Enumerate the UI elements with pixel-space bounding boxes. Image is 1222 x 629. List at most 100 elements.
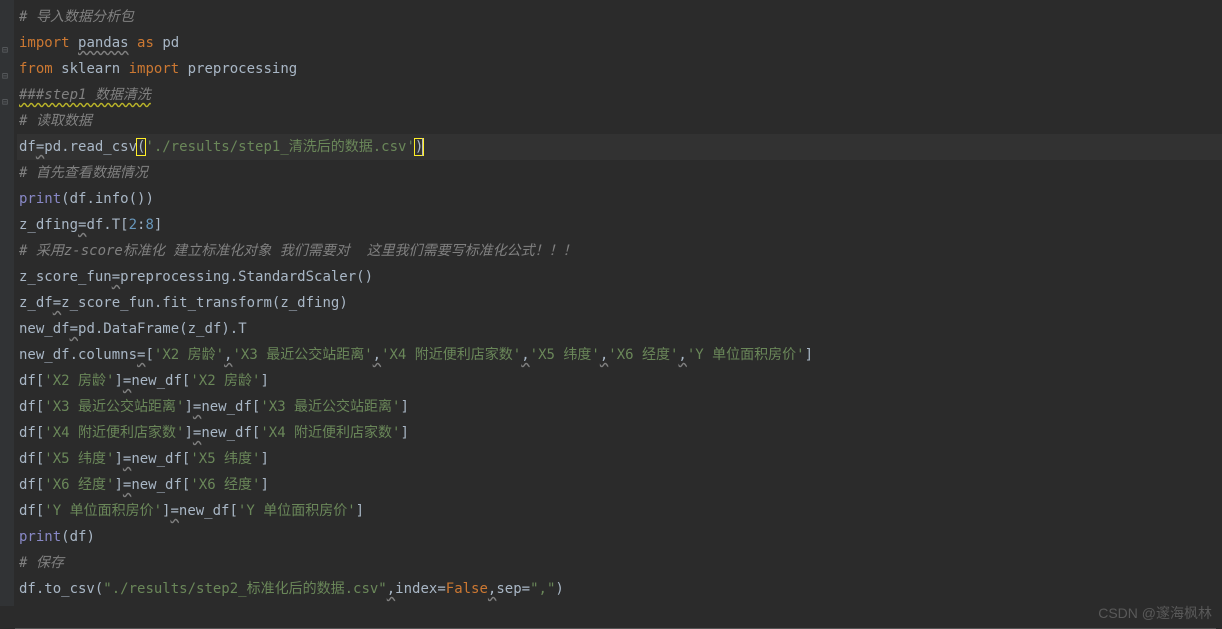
- code-token: pd.read_csv: [44, 139, 137, 155]
- code-token: ]: [114, 477, 122, 493]
- code-editor[interactable]: ⊟⊟⊟ # 导入数据分析包import pandas as pdfrom skl…: [0, 0, 1222, 606]
- code-token: ]: [154, 217, 162, 233]
- code-token: from: [19, 61, 61, 77]
- code-token: .T: [230, 321, 247, 337]
- code-line[interactable]: df['X5 纬度']=new_df['X5 纬度']: [17, 446, 1222, 472]
- code-token: 'Y 单位面积房价': [44, 503, 162, 519]
- code-token: # 采用z-score标准化 建立标准化对象 我们需要对 这里我们需要写标准化公…: [19, 243, 577, 259]
- code-token: ",": [530, 581, 555, 597]
- code-token: new_df: [19, 321, 70, 337]
- code-token: ): [221, 321, 229, 337]
- code-token: pd: [162, 35, 179, 51]
- code-token: pd.DataFrame: [78, 321, 179, 337]
- code-token: df: [19, 451, 36, 467]
- code-token: df.to_csv: [19, 581, 95, 597]
- code-token: 'X3 最近公交站距离': [44, 399, 184, 415]
- code-token: ]: [805, 347, 813, 363]
- code-token: 'X6 经度': [190, 477, 260, 493]
- code-token: df: [19, 503, 36, 519]
- code-token: z_score_fun: [19, 269, 112, 285]
- code-token: sklearn: [61, 61, 120, 77]
- code-token: # 保存: [19, 555, 64, 571]
- code-token: "./results/step2_标准化后的数据.csv": [103, 581, 386, 597]
- code-token: ,: [373, 347, 381, 363]
- code-token: 'X6 经度': [608, 347, 678, 363]
- code-token: # 首先查看数据情况: [19, 165, 148, 181]
- code-area[interactable]: # 导入数据分析包import pandas as pdfrom sklearn…: [17, 4, 1222, 602]
- code-line[interactable]: df['X3 最近公交站距离']=new_df['X3 最近公交站距离']: [17, 394, 1222, 420]
- code-token: z_dfing: [280, 295, 339, 311]
- code-token: 'X2 房龄': [44, 373, 114, 389]
- code-line[interactable]: df['X6 经度']=new_df['X6 经度']: [17, 472, 1222, 498]
- code-token: df: [70, 529, 87, 545]
- code-token: ,: [387, 581, 395, 597]
- code-token: ]: [261, 373, 269, 389]
- code-token: z_dfing: [19, 217, 78, 233]
- watermark: CSDN @邃海枫林: [1098, 603, 1212, 623]
- code-token: df.T: [86, 217, 120, 233]
- code-line[interactable]: # 保存: [17, 550, 1222, 576]
- code-line[interactable]: df['X2 房龄']=new_df['X2 房龄']: [17, 368, 1222, 394]
- code-token: ()): [129, 191, 154, 207]
- code-token: ###step1 数据清洗: [19, 87, 151, 103]
- code-token: ]: [184, 399, 192, 415]
- code-token: print: [19, 529, 61, 545]
- code-token: new_df: [201, 399, 252, 415]
- code-token: 'X5 纬度': [190, 451, 260, 467]
- code-line[interactable]: print(df): [17, 524, 1222, 550]
- code-token: df.info: [70, 191, 129, 207]
- code-token: 'X4 附近便利店家数': [44, 425, 184, 441]
- fold-marker-icon[interactable]: ⊟: [2, 38, 12, 48]
- code-line[interactable]: df=pd.read_csv('./results/step1_清洗后的数据.c…: [17, 134, 1222, 160]
- code-line[interactable]: z_df=z_score_fun.fit_transform(z_dfing): [17, 290, 1222, 316]
- code-token: ]: [261, 451, 269, 467]
- code-token: =: [53, 295, 61, 311]
- code-line[interactable]: # 采用z-score标准化 建立标准化对象 我们需要对 这里我们需要写标准化公…: [17, 238, 1222, 264]
- code-token: ]: [114, 451, 122, 467]
- code-token: # 读取数据: [19, 113, 92, 129]
- code-token: 'X6 经度': [44, 477, 114, 493]
- code-token: preprocessing: [188, 61, 298, 77]
- code-token: 'X4 附近便利店家数': [381, 347, 521, 363]
- code-token: z_score_fun.fit_transform: [61, 295, 272, 311]
- code-token: ]: [401, 399, 409, 415]
- code-token: df: [19, 399, 36, 415]
- code-token: 2: [129, 217, 137, 233]
- code-token: 'X3 最近公交站距离': [260, 399, 400, 415]
- code-token: z_df: [19, 295, 53, 311]
- code-token: ,: [678, 347, 686, 363]
- code-token: as: [129, 35, 163, 51]
- code-token: 'X5 纬度': [530, 347, 600, 363]
- code-token: # 导入数据分析包: [19, 9, 134, 25]
- code-line[interactable]: z_score_fun=preprocessing.StandardScaler…: [17, 264, 1222, 290]
- code-line[interactable]: # 读取数据: [17, 108, 1222, 134]
- code-line[interactable]: # 首先查看数据情况: [17, 160, 1222, 186]
- code-token: ]: [401, 425, 409, 441]
- code-token: ]: [114, 373, 122, 389]
- code-line[interactable]: df['X4 附近便利店家数']=new_df['X4 附近便利店家数']: [17, 420, 1222, 446]
- code-line[interactable]: print(df.info()): [17, 186, 1222, 212]
- code-token: (): [356, 269, 373, 285]
- code-line[interactable]: ###step1 数据清洗: [17, 82, 1222, 108]
- code-token: sep: [496, 581, 521, 597]
- code-line[interactable]: df['Y 单位面积房价']=new_df['Y 单位面积房价']: [17, 498, 1222, 524]
- fold-marker-icon[interactable]: ⊟: [2, 90, 12, 100]
- code-token: (: [61, 191, 69, 207]
- code-token: (: [61, 529, 69, 545]
- code-token: (: [179, 321, 187, 337]
- code-token: ): [86, 529, 94, 545]
- fold-marker-icon[interactable]: ⊟: [2, 64, 12, 74]
- code-line[interactable]: import pandas as pd: [17, 30, 1222, 56]
- code-line[interactable]: new_df=pd.DataFrame(z_df).T: [17, 316, 1222, 342]
- code-line[interactable]: z_dfing=df.T[2:8]: [17, 212, 1222, 238]
- code-token: ]: [184, 425, 192, 441]
- code-token: [: [229, 503, 237, 519]
- code-token: 'X4 附近便利店家数': [260, 425, 400, 441]
- code-line[interactable]: # 导入数据分析包: [17, 4, 1222, 30]
- code-line[interactable]: df.to_csv("./results/step2_标准化后的数据.csv",…: [17, 576, 1222, 602]
- code-line[interactable]: new_df.columns=['X2 房龄','X3 最近公交站距离','X4…: [17, 342, 1222, 368]
- code-token: =: [170, 503, 178, 519]
- code-token: ): [339, 295, 347, 311]
- code-line[interactable]: from sklearn import preprocessing: [17, 56, 1222, 82]
- code-token: df: [19, 373, 36, 389]
